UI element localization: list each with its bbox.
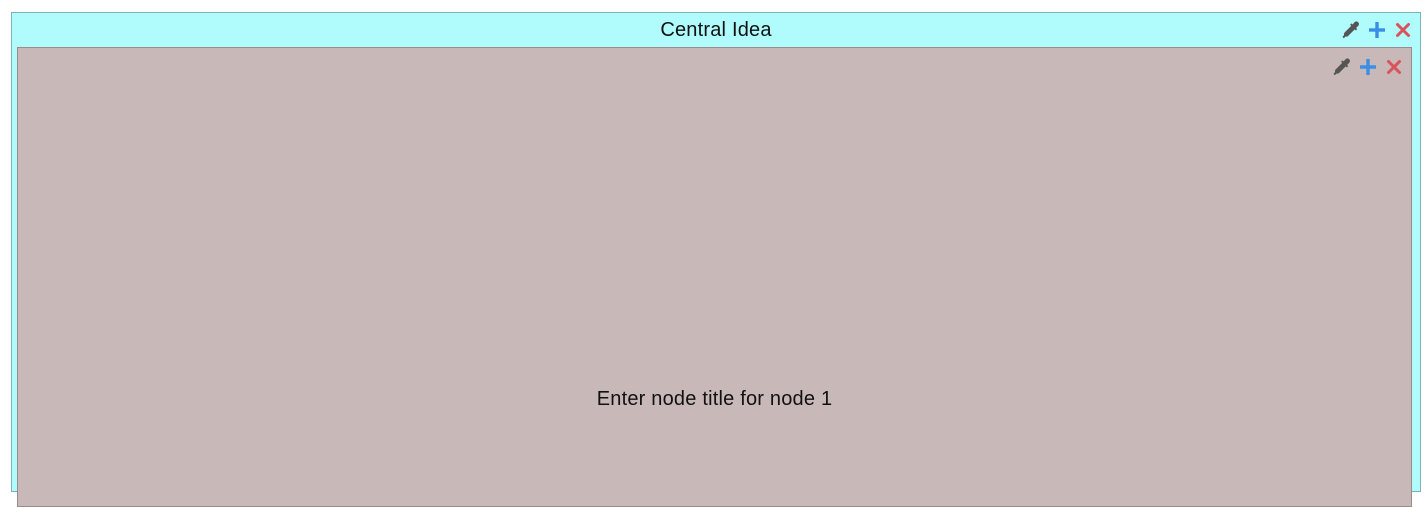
close-icon [1396,23,1410,37]
root-node-header: Central Idea [12,13,1420,47]
eyedropper-icon [1333,58,1350,76]
root-node-title[interactable]: Central Idea [660,19,771,42]
root-node[interactable]: Central Idea Enter node title for node 1 [11,12,1421,507]
plus-icon [1369,22,1385,38]
child-node-controls [1329,50,1407,84]
delete-node-button[interactable] [1390,17,1416,43]
add-child-button[interactable] [1364,17,1390,43]
root-node-controls [1338,13,1416,47]
child-node[interactable]: Enter node title for node 1 [17,47,1412,507]
color-picker-button[interactable] [1338,17,1364,43]
color-picker-button[interactable] [1329,54,1355,80]
plus-icon [1360,59,1376,75]
eyedropper-icon [1342,21,1359,39]
child-node-title[interactable]: Enter node title for node 1 [18,388,1411,411]
delete-node-button[interactable] [1381,54,1407,80]
close-icon [1387,60,1401,74]
add-child-button[interactable] [1355,54,1381,80]
